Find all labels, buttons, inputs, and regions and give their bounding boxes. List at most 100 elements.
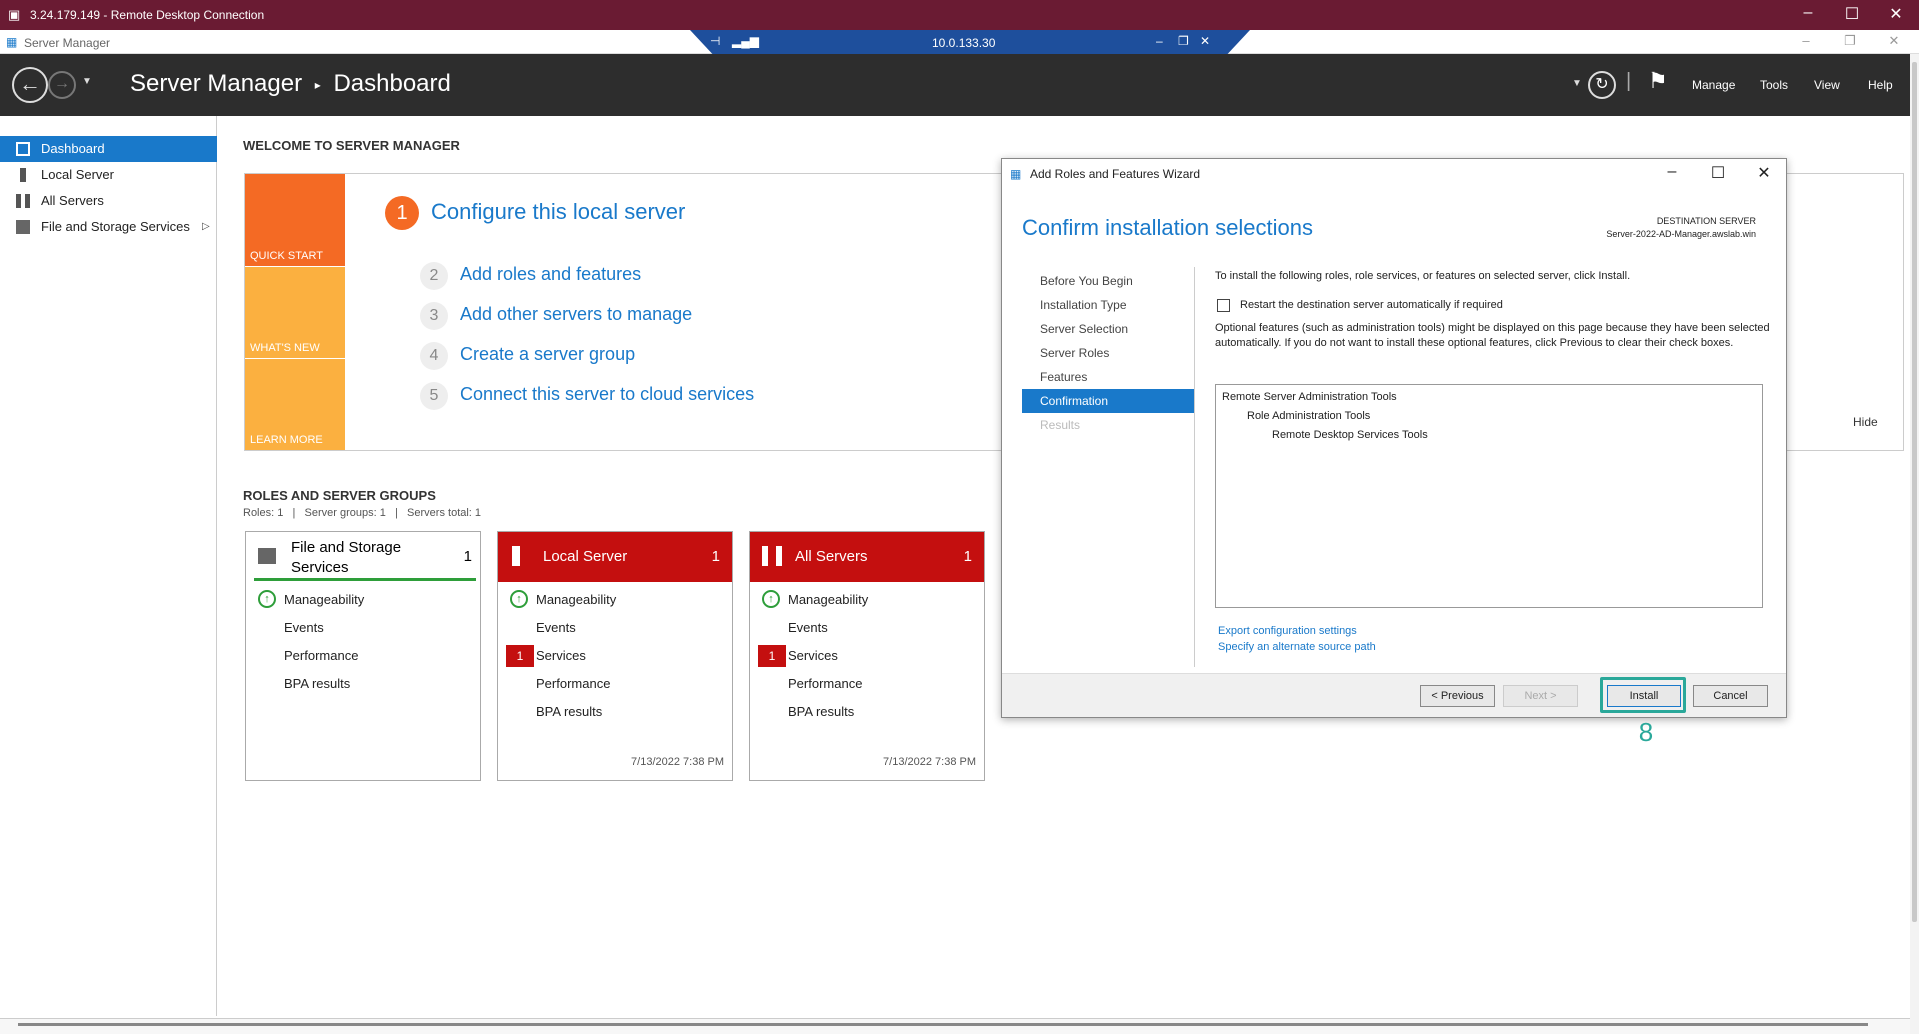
up-arrow-icon: ↑ bbox=[258, 590, 276, 608]
view-menu[interactable]: View bbox=[1814, 78, 1840, 92]
app-title: Server Manager bbox=[130, 70, 303, 97]
server-icon bbox=[512, 546, 520, 566]
row-bpa-results[interactable]: BPA results bbox=[536, 704, 602, 719]
maximize-icon[interactable]: ☐ bbox=[1830, 4, 1874, 24]
wizard-step-before-you-begin[interactable]: Before You Begin bbox=[1022, 269, 1194, 293]
tools-menu[interactable]: Tools bbox=[1760, 78, 1788, 92]
pin-icon[interactable]: ⊣ bbox=[710, 34, 720, 48]
row-performance[interactable]: Performance bbox=[284, 648, 358, 663]
alternate-source-link[interactable]: Specify an alternate source path bbox=[1218, 641, 1376, 653]
row-services[interactable]: Services bbox=[536, 648, 586, 663]
list-item: Remote Server Administration Tools bbox=[1222, 391, 1397, 403]
row-bpa-results[interactable]: BPA results bbox=[788, 704, 854, 719]
row-bpa-results[interactable]: BPA results bbox=[284, 676, 350, 691]
role-tile-name: File and Storage Services bbox=[291, 539, 402, 576]
sidebar-item-file-storage[interactable]: File and Storage Services ▷ bbox=[0, 214, 217, 240]
close-icon[interactable]: ✕ bbox=[1874, 4, 1918, 24]
selection-listbox[interactable]: Remote Server Administration Tools Role … bbox=[1215, 384, 1763, 608]
row-events[interactable]: Events bbox=[284, 620, 324, 635]
scrollbar-thumb[interactable] bbox=[18, 1023, 1868, 1026]
wizard-step-installation-type[interactable]: Installation Type bbox=[1022, 293, 1194, 317]
step-add-servers[interactable]: 3 Add other servers to manage bbox=[420, 302, 692, 330]
scrollbar-thumb[interactable] bbox=[1912, 62, 1917, 922]
back-arrow-icon[interactable]: ← bbox=[12, 67, 48, 103]
conn-minimize-icon[interactable]: – bbox=[1156, 34, 1163, 48]
wizard-step-server-selection[interactable]: Server Selection bbox=[1022, 317, 1194, 341]
rdp-window-title: 3.24.179.149 - Remote Desktop Connection bbox=[30, 8, 265, 22]
list-item: Role Administration Tools bbox=[1247, 410, 1371, 422]
row-manageability[interactable]: Manageability bbox=[788, 592, 868, 607]
refresh-icon[interactable]: ↻ bbox=[1588, 71, 1616, 99]
wizard-step-confirmation[interactable]: Confirmation bbox=[1022, 389, 1194, 413]
step-number: 5 bbox=[420, 382, 448, 410]
role-tile-timestamp: 7/13/2022 7:38 PM bbox=[631, 756, 724, 768]
restart-checkbox-label[interactable]: Restart the destination server automatic… bbox=[1240, 298, 1503, 313]
forward-arrow-icon[interactable]: → bbox=[48, 71, 76, 99]
hide-link[interactable]: Hide bbox=[1853, 415, 1878, 429]
step-number: 1 bbox=[385, 196, 419, 230]
notifications-flag-icon[interactable]: ⚑ bbox=[1648, 68, 1668, 94]
manage-menu[interactable]: Manage bbox=[1692, 78, 1735, 92]
list-item: Remote Desktop Services Tools bbox=[1272, 429, 1428, 441]
tile-quick-start[interactable]: QUICK START bbox=[245, 174, 345, 266]
row-manageability[interactable]: Manageability bbox=[284, 592, 364, 607]
sidebar-item-label: Local Server bbox=[41, 167, 114, 182]
conn-close-icon[interactable]: ✕ bbox=[1200, 34, 1210, 48]
wizard-step-server-roles[interactable]: Server Roles bbox=[1022, 341, 1194, 365]
wizard-step-features[interactable]: Features bbox=[1022, 365, 1194, 389]
inner-restore-icon[interactable]: ❐ bbox=[1830, 33, 1870, 49]
export-config-link[interactable]: Export configuration settings bbox=[1218, 625, 1357, 637]
sidebar: Dashboard Local Server All Servers File … bbox=[0, 116, 217, 1016]
role-tile-header: File and Storage Services 1 bbox=[246, 532, 480, 582]
step-connect-cloud[interactable]: 5 Connect this server to cloud services bbox=[420, 382, 754, 410]
optional-features-note: Optional features (such as administratio… bbox=[1215, 322, 1770, 349]
row-performance[interactable]: Performance bbox=[788, 676, 862, 691]
wizard-close-icon[interactable]: ✕ bbox=[1744, 163, 1784, 183]
sidebar-item-dashboard[interactable]: Dashboard bbox=[0, 136, 217, 162]
tile-whats-new[interactable]: WHAT'S NEW bbox=[245, 267, 345, 358]
storage-icon bbox=[16, 220, 30, 234]
sidebar-item-all-servers[interactable]: All Servers bbox=[0, 188, 217, 214]
history-dropdown-icon[interactable]: ▼ bbox=[82, 76, 92, 87]
signal-icon: ▂▄▆ bbox=[732, 34, 759, 48]
roles-summary: Roles: 1 | Server groups: 1 | Servers to… bbox=[243, 507, 482, 519]
help-menu[interactable]: Help bbox=[1868, 78, 1893, 92]
tile-learn-more[interactable]: LEARN MORE bbox=[245, 359, 345, 450]
row-services[interactable]: Services bbox=[788, 648, 838, 663]
inner-minimize-icon[interactable]: – bbox=[1786, 33, 1826, 48]
inner-close-icon[interactable]: ✕ bbox=[1874, 33, 1914, 49]
step-label: Configure this local server bbox=[431, 199, 686, 224]
vertical-scrollbar[interactable] bbox=[1910, 54, 1919, 1034]
destination-server: DESTINATION SERVER Server-2022-AD-Manage… bbox=[1606, 215, 1756, 241]
conn-restore-icon[interactable]: ❐ bbox=[1178, 34, 1189, 48]
horizontal-scrollbar[interactable] bbox=[0, 1018, 1910, 1034]
wizard-minimize-icon[interactable]: – bbox=[1652, 163, 1692, 181]
row-manageability[interactable]: Manageability bbox=[536, 592, 616, 607]
minimize-icon[interactable]: – bbox=[1786, 4, 1830, 22]
step-label: Add other servers to manage bbox=[460, 304, 693, 324]
cancel-button[interactable]: Cancel bbox=[1693, 685, 1768, 707]
wizard-maximize-icon[interactable]: ☐ bbox=[1698, 163, 1738, 183]
welcome-title: WELCOME TO SERVER MANAGER bbox=[243, 138, 460, 153]
role-tile-all-servers[interactable]: All Servers 1 ↑ Manageability Events 1 S… bbox=[749, 531, 985, 781]
role-tile-local-server[interactable]: Local Server 1 ↑ Manageability Events 1 … bbox=[497, 531, 733, 781]
restart-checkbox[interactable] bbox=[1217, 299, 1230, 312]
role-tile-file-storage[interactable]: File and Storage Services 1 ↑ Manageabil… bbox=[245, 531, 481, 781]
step-create-group[interactable]: 4 Create a server group bbox=[420, 342, 635, 370]
wizard-app-icon: ▦ bbox=[1010, 167, 1022, 181]
storage-icon bbox=[258, 548, 276, 564]
services-alert-badge: 1 bbox=[758, 645, 786, 667]
sidebar-item-local-server[interactable]: Local Server bbox=[0, 162, 217, 188]
up-arrow-icon: ↑ bbox=[762, 590, 780, 608]
row-performance[interactable]: Performance bbox=[536, 676, 610, 691]
previous-button[interactable]: < Previous bbox=[1420, 685, 1495, 707]
row-events[interactable]: Events bbox=[536, 620, 576, 635]
expand-chevron-icon[interactable]: ▷ bbox=[202, 214, 210, 240]
role-tile-count: 1 bbox=[963, 548, 972, 565]
next-button[interactable]: Next > bbox=[1503, 685, 1578, 707]
role-tile-header: All Servers 1 bbox=[750, 532, 984, 582]
step-configure-local-server[interactable]: 1 Configure this local server bbox=[385, 196, 685, 230]
step-add-roles[interactable]: 2 Add roles and features bbox=[420, 262, 641, 290]
row-events[interactable]: Events bbox=[788, 620, 828, 635]
dropdown-icon[interactable]: ▼ bbox=[1572, 78, 1582, 89]
